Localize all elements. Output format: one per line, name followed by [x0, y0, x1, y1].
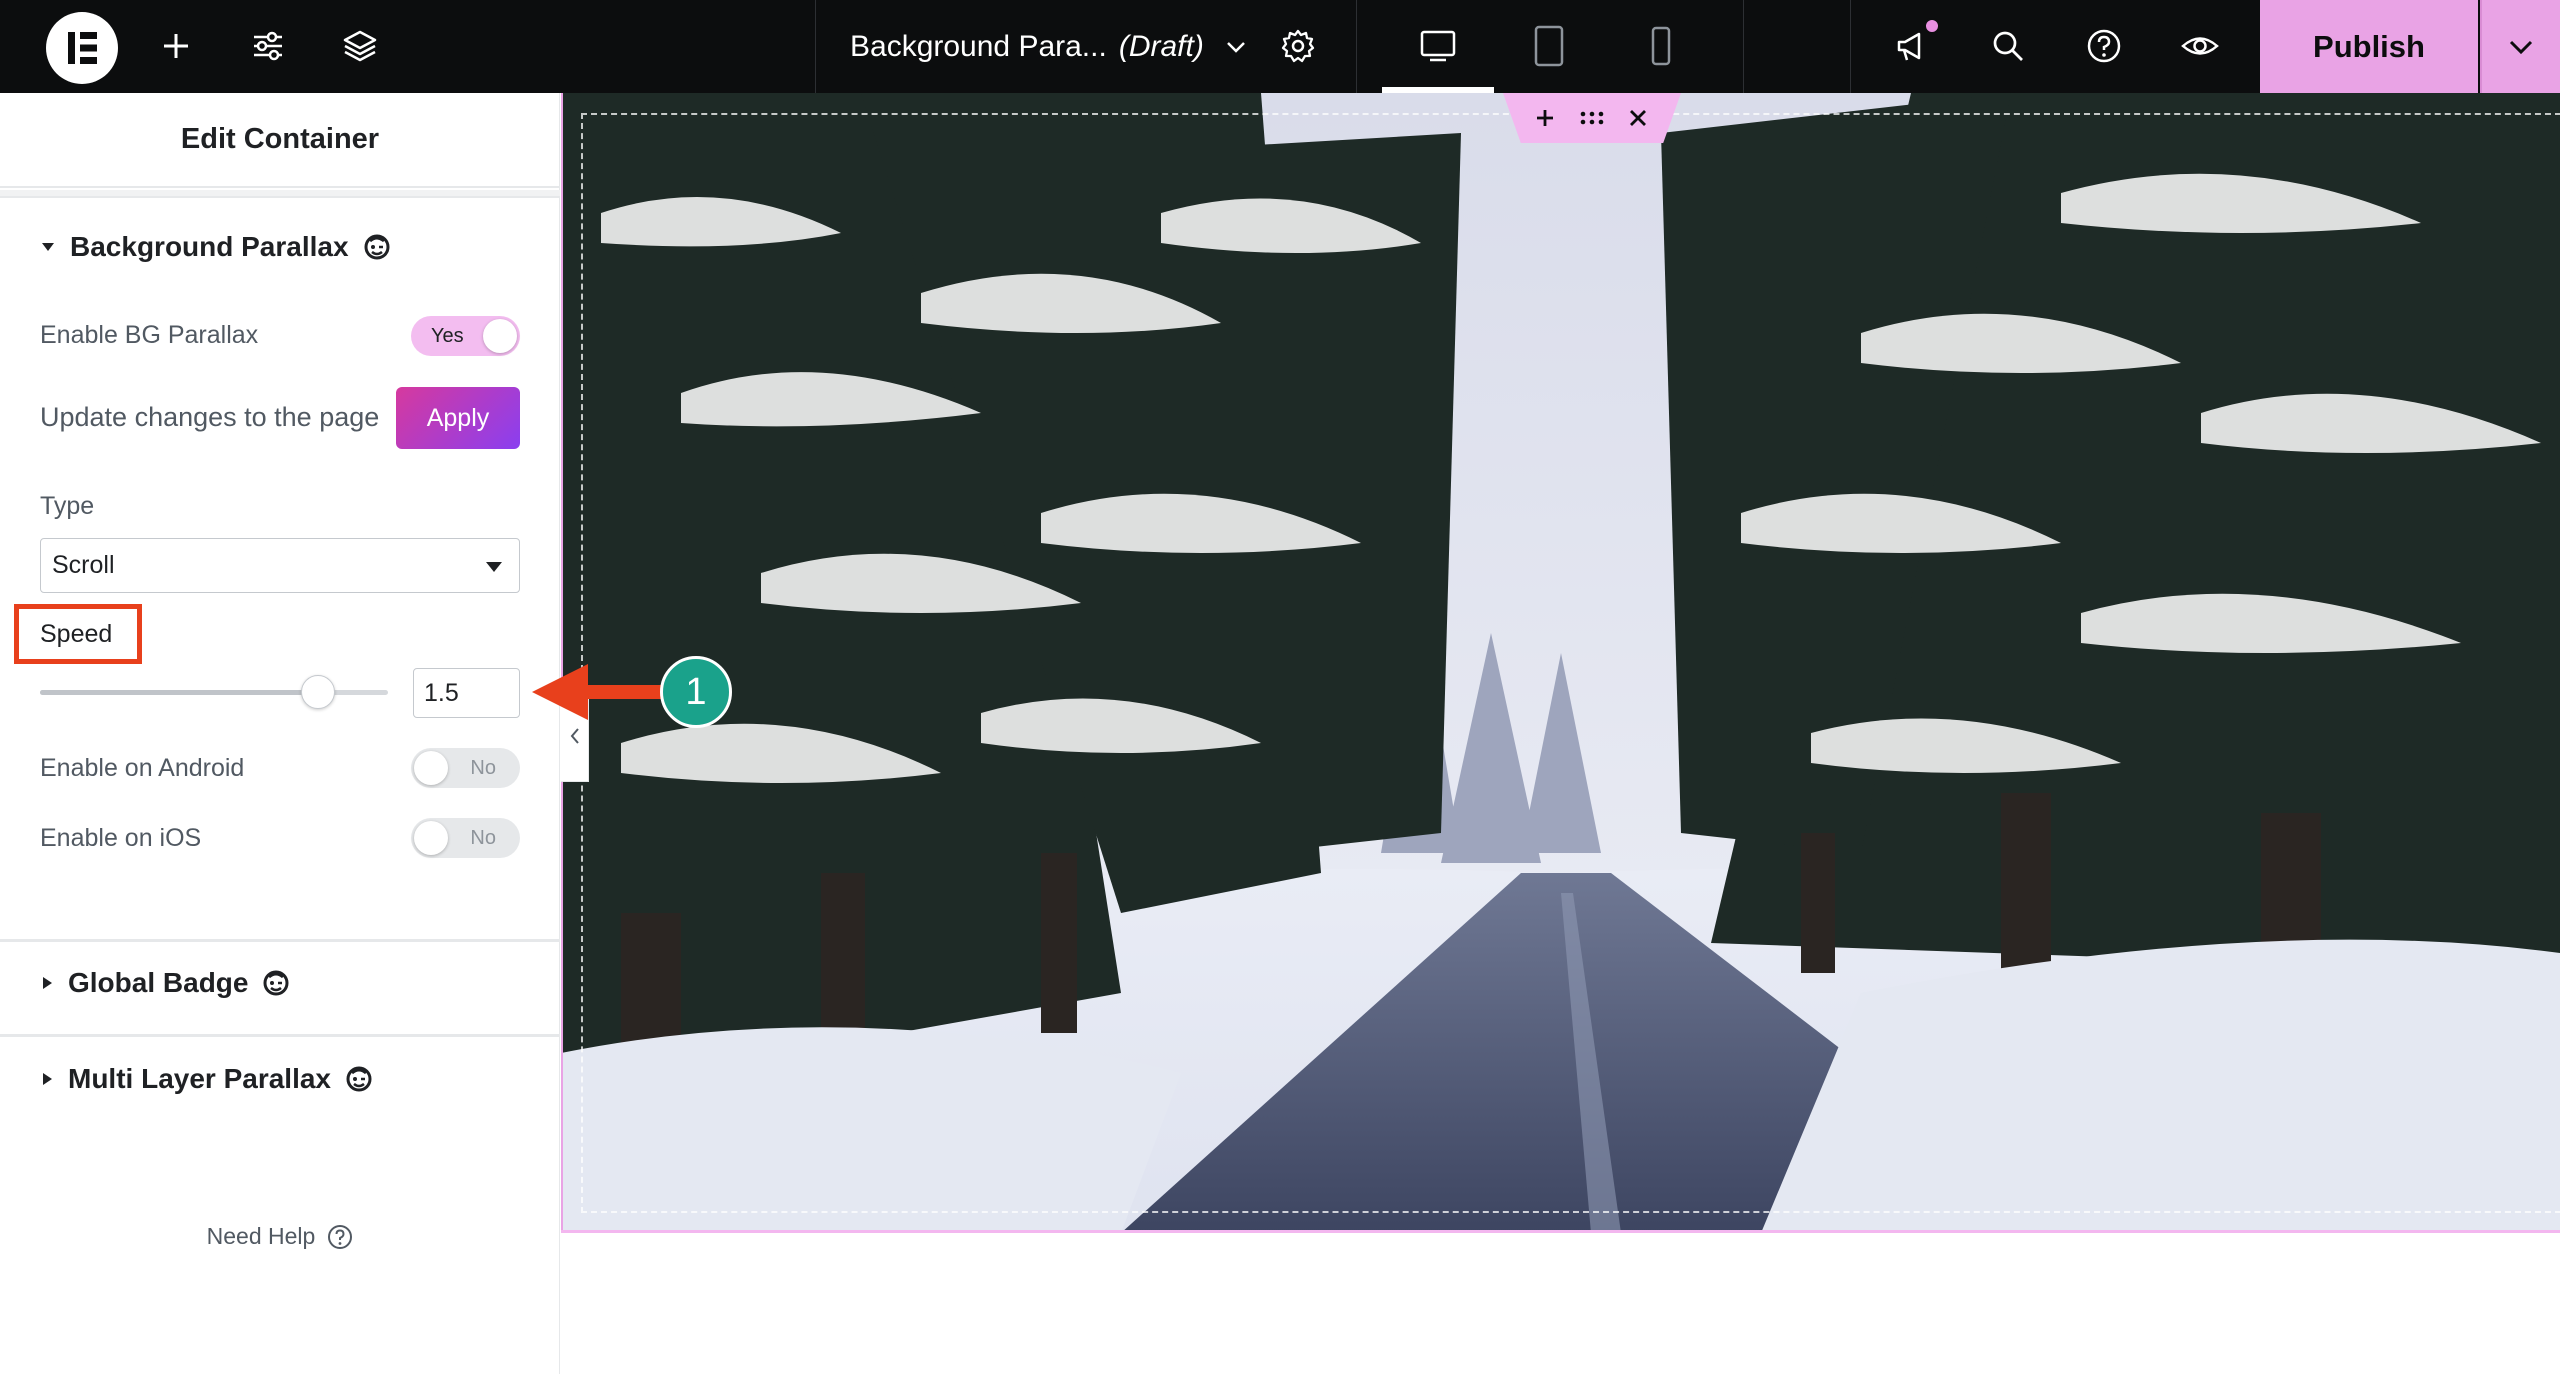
- section-title: Multi Layer Parallax: [68, 1063, 332, 1094]
- gear-icon: [1281, 29, 1315, 63]
- drag-container-handle[interactable]: [1575, 101, 1609, 135]
- enable-android-toggle[interactable]: No: [411, 748, 520, 788]
- megaphone-icon: [1897, 32, 1921, 61]
- divider: [0, 1034, 560, 1037]
- addon-badge-icon: [364, 234, 390, 260]
- search-icon: [1993, 31, 2023, 61]
- close-icon: [1630, 110, 1646, 126]
- caret-down-icon: [42, 243, 54, 251]
- type-label: Type: [40, 492, 95, 520]
- update-changes-label: Update changes to the page: [40, 402, 380, 432]
- preview-button[interactable]: [2176, 22, 2224, 70]
- annotation-step-number: 1: [660, 656, 732, 728]
- enable-ios-toggle[interactable]: No: [411, 818, 520, 858]
- top-bar: Background Para... (Draft) Publish: [0, 0, 2560, 93]
- chevron-left-icon: [570, 728, 579, 744]
- toggle-knob: [414, 821, 448, 855]
- divider: [1356, 0, 1357, 93]
- help-icon: [328, 1224, 353, 1249]
- mobile-icon: [1651, 26, 1671, 66]
- addon-badge-icon: [263, 970, 289, 996]
- divider: [815, 0, 816, 93]
- parallax-container[interactable]: [561, 93, 2560, 1233]
- site-settings-button[interactable]: [244, 22, 292, 70]
- caret-right-icon: [43, 977, 52, 989]
- toggle-knob: [483, 319, 517, 353]
- add-element-button[interactable]: [152, 22, 200, 70]
- enable-android-label: Enable on Android: [40, 754, 245, 782]
- toggle-knob: [414, 751, 448, 785]
- structure-button[interactable]: [336, 22, 384, 70]
- section-background-parallax[interactable]: Background Parallax: [40, 231, 391, 263]
- search-button[interactable]: [1984, 22, 2032, 70]
- toggle-state: No: [470, 757, 496, 779]
- tablet-view-button[interactable]: [1525, 22, 1573, 70]
- plus-icon: [164, 34, 188, 58]
- toggle-state: Yes: [431, 325, 464, 347]
- caret-down-icon: [486, 562, 502, 572]
- speed-slider[interactable]: [40, 675, 388, 709]
- panel-title: Edit Container: [0, 93, 560, 188]
- notification-dot: [1924, 18, 1940, 34]
- need-help-link[interactable]: Need Help: [0, 1223, 560, 1250]
- chevron-down-icon: [1226, 41, 1245, 53]
- speed-slider-handle[interactable]: [301, 675, 336, 709]
- need-help-label: Need Help: [206, 1223, 316, 1249]
- section-separator: [0, 190, 560, 198]
- editor-canvas: [561, 93, 2560, 1374]
- container-toolbar: [1503, 93, 1681, 143]
- mobile-view-button[interactable]: [1637, 22, 1685, 70]
- help-button[interactable]: [2080, 22, 2128, 70]
- chevron-down-icon: [2509, 40, 2533, 54]
- type-select-value: Scroll: [52, 551, 115, 579]
- section-global-badge[interactable]: Global Badge: [40, 967, 290, 999]
- divider: [1850, 0, 1851, 93]
- section-title: Background Parallax: [70, 231, 349, 262]
- document-title-dropdown[interactable]: Background Para... (Draft): [850, 0, 1248, 93]
- enable-bg-parallax-label: Enable BG Parallax: [40, 321, 259, 349]
- document-title: Background Para...: [850, 29, 1107, 63]
- plus-icon: [1537, 110, 1553, 126]
- page-settings-button[interactable]: [1274, 22, 1322, 70]
- divider: [1743, 0, 1744, 93]
- drag-dots-icon: [1580, 111, 1604, 125]
- speed-input[interactable]: 1.5: [413, 668, 520, 718]
- editor-panel: Edit Container Background Parallax Enabl…: [0, 93, 560, 1374]
- desktop-icon: [1420, 30, 1456, 62]
- addon-badge-icon: [346, 1066, 372, 1092]
- elementor-logo-icon[interactable]: [46, 12, 118, 84]
- enable-bg-parallax-toggle[interactable]: Yes: [411, 316, 520, 356]
- speed-slider-fill: [40, 690, 319, 695]
- delete-container-button[interactable]: [1621, 101, 1655, 135]
- caret-right-icon: [43, 1073, 52, 1085]
- speed-label: Speed: [40, 620, 113, 648]
- enable-ios-label: Enable on iOS: [40, 824, 202, 852]
- section-title: Global Badge: [68, 967, 249, 998]
- help-icon: [2087, 29, 2121, 63]
- publish-options-button[interactable]: [2480, 0, 2560, 93]
- add-container-button[interactable]: [1528, 101, 1562, 135]
- publish-button[interactable]: Publish: [2260, 0, 2478, 93]
- document-status: (Draft): [1118, 29, 1204, 63]
- desktop-view-button[interactable]: [1414, 22, 1462, 70]
- layers-icon: [343, 30, 377, 62]
- type-select[interactable]: Scroll: [40, 538, 520, 593]
- section-multi-layer-parallax[interactable]: Multi Layer Parallax: [40, 1063, 373, 1095]
- eye-icon: [2181, 37, 2219, 55]
- tablet-icon: [1534, 25, 1564, 67]
- divider: [0, 939, 560, 942]
- apply-button[interactable]: Apply: [396, 387, 520, 449]
- sliders-icon: [254, 31, 282, 61]
- annotation-arrow-icon: [532, 664, 676, 720]
- snowy-forest-background-image: [561, 93, 2560, 1230]
- toggle-state: No: [470, 827, 496, 849]
